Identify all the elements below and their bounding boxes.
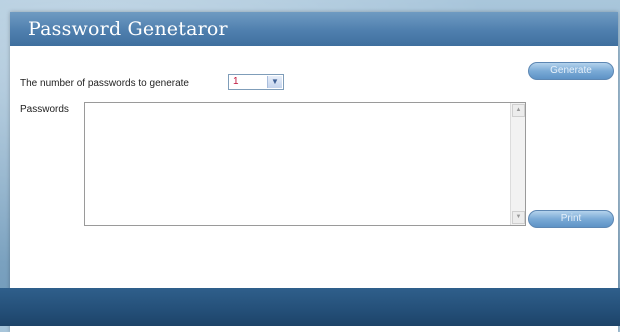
scroll-up-icon[interactable]: ▲ — [512, 104, 525, 117]
textarea-scrollbar[interactable]: ▲ ▼ — [510, 103, 525, 225]
passwords-textarea[interactable]: ▲ ▼ — [84, 102, 526, 226]
password-count-value: 1 — [233, 76, 239, 87]
scroll-down-icon[interactable]: ▼ — [512, 211, 525, 224]
password-count-select[interactable]: 1 ▼ — [228, 74, 284, 90]
password-count-label: The number of passwords to generate — [20, 78, 189, 89]
chevron-down-icon[interactable]: ▼ — [267, 76, 282, 88]
generate-button[interactable]: Generate — [528, 62, 614, 80]
app-panel: Password Genetaror The number of passwor… — [10, 12, 618, 332]
print-button[interactable]: Print — [528, 210, 614, 228]
passwords-label: Passwords — [20, 104, 69, 115]
footer-bar — [0, 288, 620, 326]
window-title: Password Genetaror — [28, 18, 228, 40]
title-bar: Password Genetaror — [10, 12, 618, 46]
